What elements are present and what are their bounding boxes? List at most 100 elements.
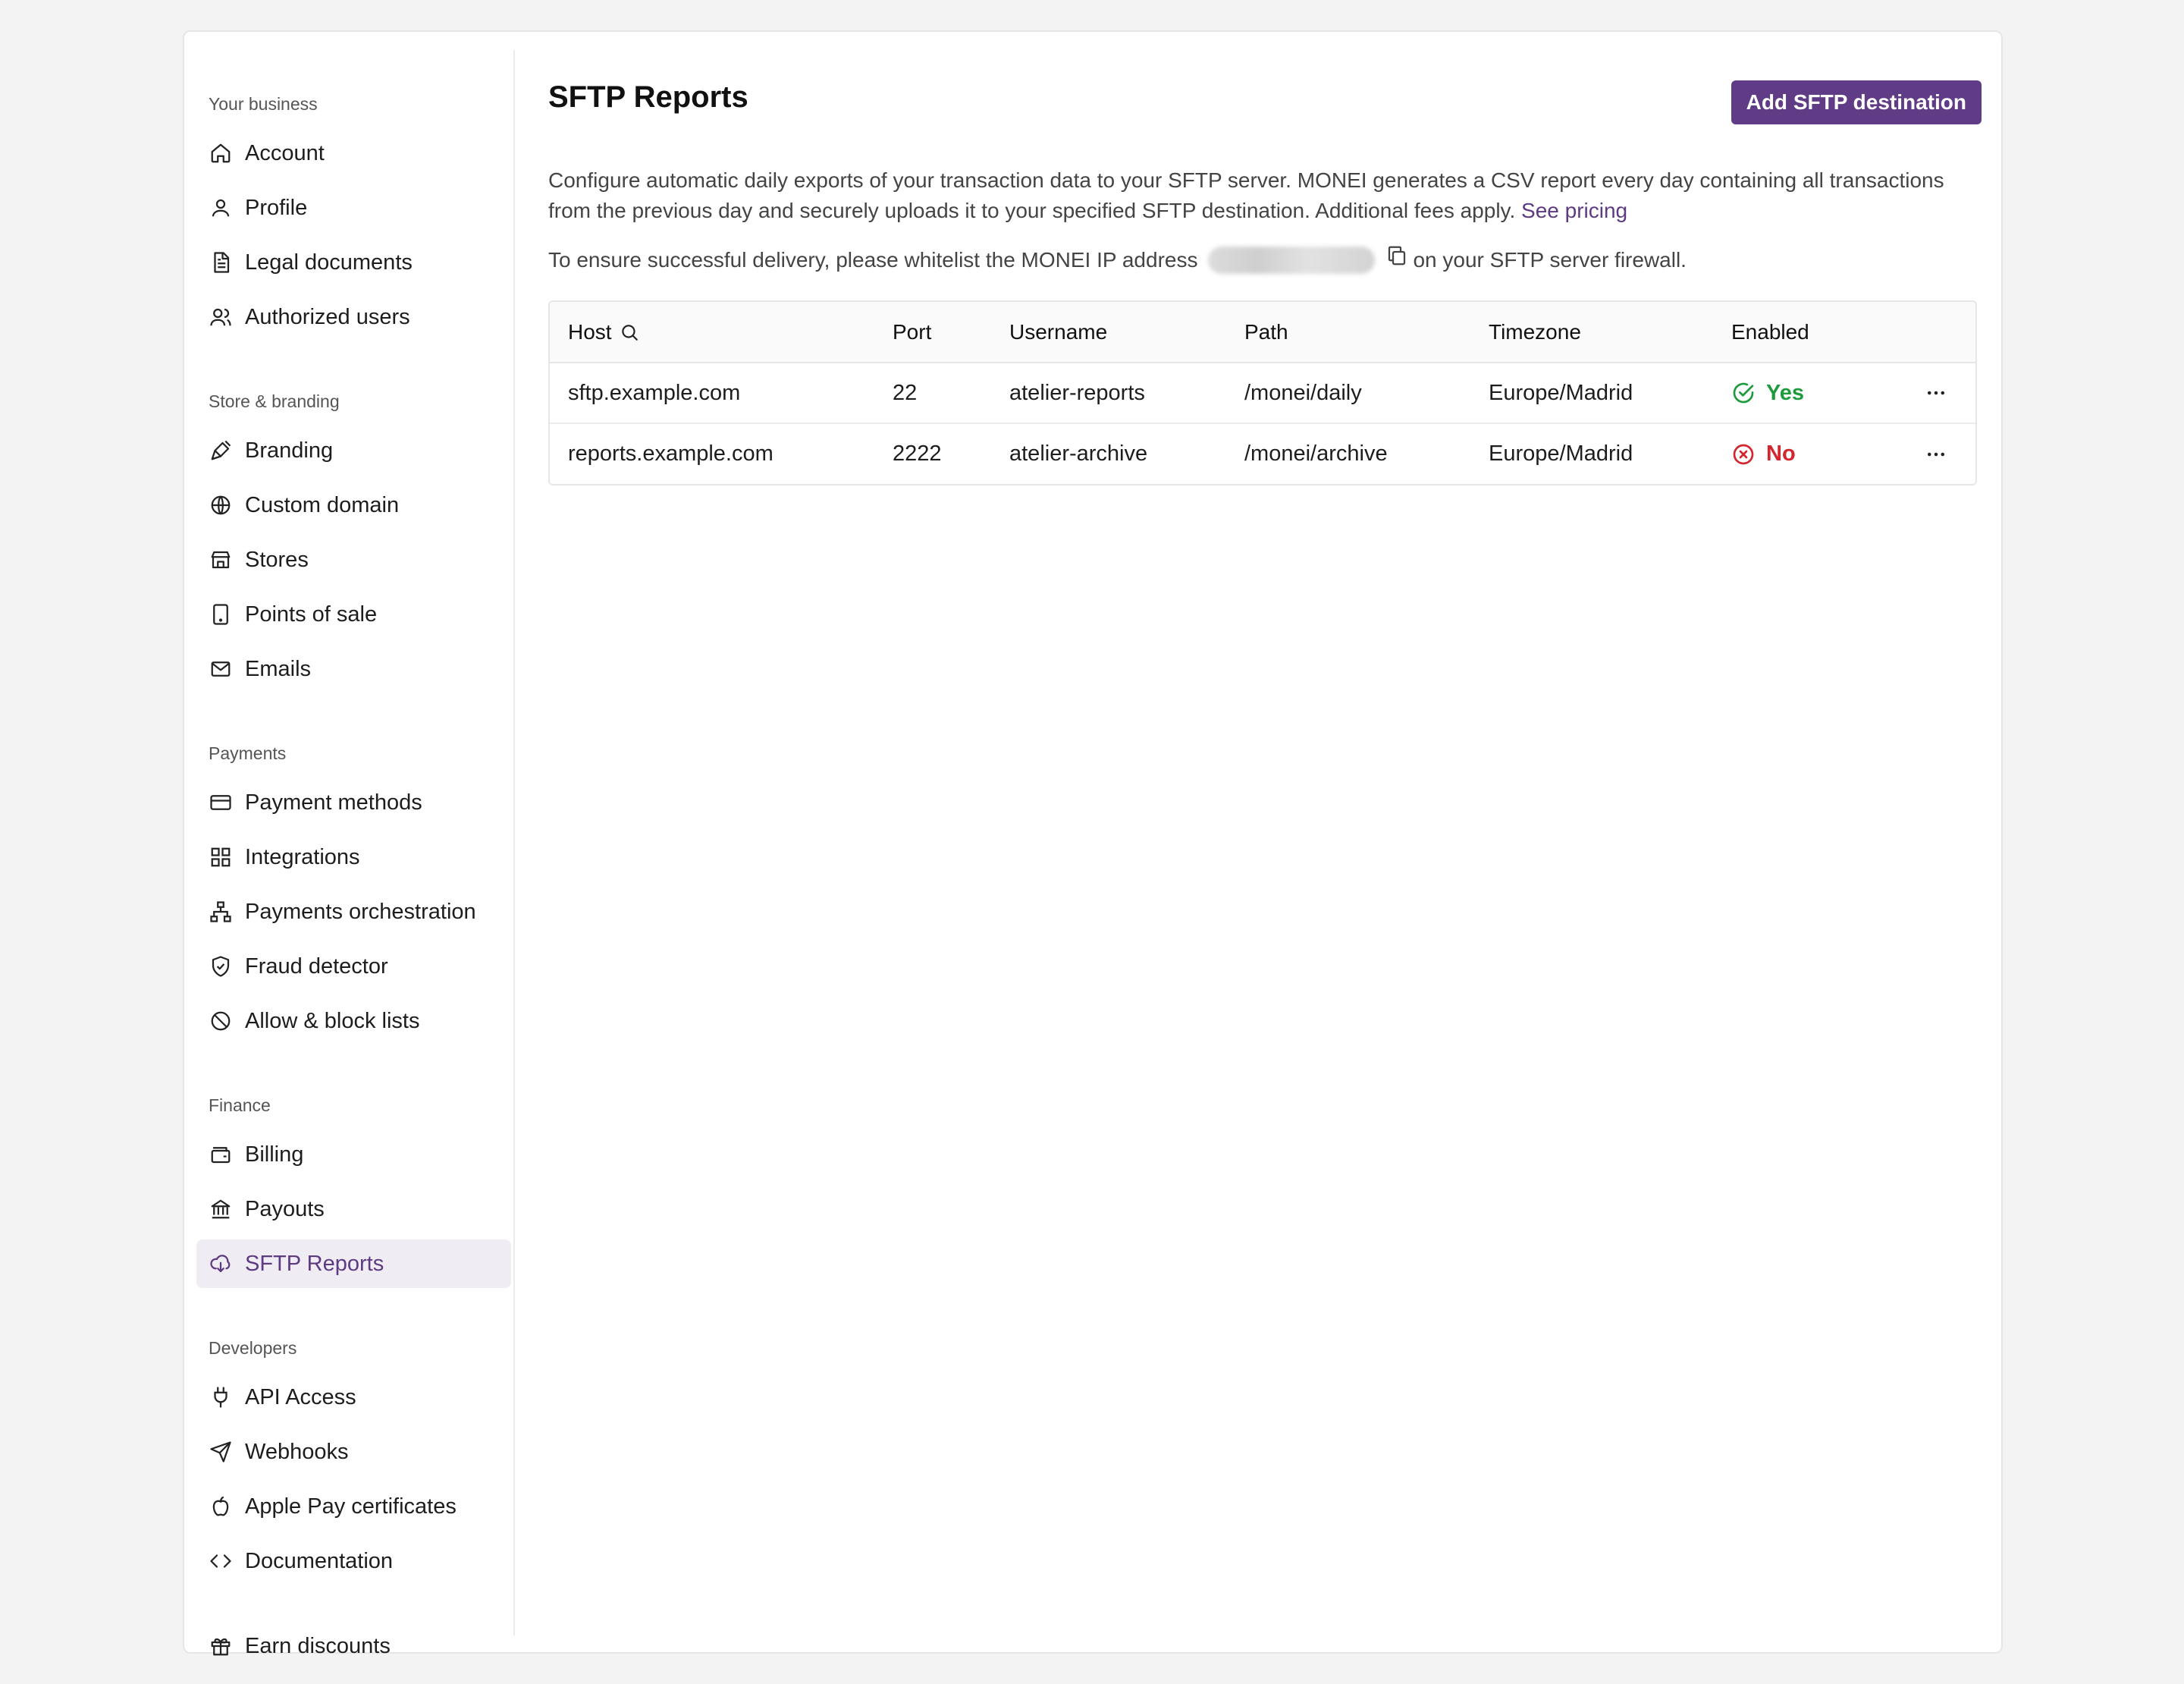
sidebar-item-label: Integrations: [245, 844, 360, 869]
sidebar-item-label: Emails: [245, 656, 312, 681]
status-label: Yes: [1766, 380, 1804, 405]
column-header-enabled: Enabled: [1713, 302, 1903, 363]
sidebar-item-api-access[interactable]: API Access: [196, 1373, 511, 1422]
sidebar-item-sftp-reports[interactable]: SFTP Reports: [196, 1239, 511, 1288]
check-circle-icon: [1733, 382, 1754, 404]
document-icon: [209, 250, 233, 275]
settings-card: Your business Account Profile Legal docu…: [183, 30, 2003, 1658]
sidebar-item-stores[interactable]: Stores: [196, 536, 511, 584]
sidebar-item-webhooks[interactable]: Webhooks: [196, 1428, 511, 1476]
description-text: Configure automatic daily exports of you…: [548, 168, 1944, 222]
paintbrush-icon: [209, 438, 233, 463]
sidebar-item-branding[interactable]: Branding: [196, 426, 511, 475]
users-icon: [209, 305, 233, 329]
ban-icon: [209, 1009, 233, 1033]
section-title-payments: Payments: [209, 743, 287, 763]
sidebar-item-label: Profile: [245, 195, 308, 220]
code-icon: [209, 1549, 233, 1573]
sidebar-item-label: Webhooks: [245, 1439, 349, 1464]
copy-icon[interactable]: [1385, 244, 1413, 275]
sidebar-item-apple-pay-certificates[interactable]: Apple Pay certificates: [196, 1482, 511, 1531]
cell-port: 22: [893, 380, 918, 405]
sidebar-item-label: Stores: [245, 547, 309, 572]
sidebar-item-label: Billing: [245, 1142, 304, 1167]
cell-username: atelier-archive: [991, 423, 1226, 484]
sidebar-item-authorized-users[interactable]: Authorized users: [196, 293, 511, 341]
sidebar-item-account[interactable]: Account: [196, 129, 511, 178]
sidebar: Your business Account Profile Legal docu…: [196, 50, 515, 1658]
sidebar-item-label: Account: [245, 140, 325, 165]
sidebar-item-billing[interactable]: Billing: [196, 1130, 511, 1179]
cell-path: /monei/daily: [1244, 380, 1362, 405]
x-circle-icon: [1733, 444, 1754, 464]
sidebar-item-legal-documents[interactable]: Legal documents: [196, 238, 511, 287]
column-header-actions: [1903, 302, 1975, 363]
cell-enabled: No: [1713, 423, 1903, 484]
sidebar-item-label: Legal documents: [245, 250, 413, 275]
section-title-store-branding: Store & branding: [209, 391, 340, 411]
search-icon[interactable]: [620, 322, 639, 342]
sidebar-item-label: Earn discounts: [245, 1633, 391, 1658]
cell-timezone: Europe/Madrid: [1470, 423, 1713, 484]
sidebar-item-label: Apple Pay certificates: [245, 1494, 457, 1519]
page-description: Configure automatic daily exports of you…: [548, 165, 1982, 226]
table-header-row: Host Port Username Path Timezone Enabled: [550, 302, 1975, 363]
sidebar-item-allow-block-lists[interactable]: Allow & block lists: [196, 997, 511, 1045]
table-row[interactable]: sftp.example.com 22 atelier-reports /mon…: [550, 363, 1975, 423]
sidebar-item-label: Custom domain: [245, 492, 400, 517]
sidebar-item-label: Allow & block lists: [245, 1008, 420, 1033]
cell-username: atelier-reports: [1009, 380, 1145, 405]
sidebar-item-label: API Access: [245, 1384, 356, 1409]
page-title: SFTP Reports: [548, 80, 748, 114]
sidebar-item-fraud-detector[interactable]: Fraud detector: [196, 942, 511, 991]
column-header-host[interactable]: Host: [550, 302, 874, 363]
sidebar-item-documentation[interactable]: Documentation: [196, 1537, 511, 1585]
gift-icon: [209, 1634, 233, 1658]
sidebar-item-label: Payment methods: [245, 790, 422, 815]
sidebar-item-label: Fraud detector: [245, 954, 388, 979]
mail-icon: [209, 657, 233, 681]
more-actions-icon[interactable]: [1921, 378, 1951, 408]
cell-host: reports.example.com: [550, 423, 874, 484]
cell-actions: [1903, 363, 1975, 423]
sidebar-item-earn-discounts[interactable]: Earn discounts: [196, 1622, 511, 1670]
user-icon: [209, 196, 233, 220]
more-actions-icon[interactable]: [1921, 439, 1951, 470]
sidebar-item-label: Branding: [245, 438, 334, 463]
section-title-developers: Developers: [209, 1338, 297, 1358]
column-header-username: Username: [991, 302, 1226, 363]
ip-notice-suffix: on your SFTP server firewall.: [1413, 247, 1687, 272]
sidebar-item-integrations[interactable]: Integrations: [196, 833, 511, 881]
home-icon: [209, 141, 233, 165]
network-icon: [209, 900, 233, 924]
shield-check-icon: [209, 954, 233, 979]
store-icon: [209, 548, 233, 572]
cell-path: /monei/archive: [1226, 423, 1470, 484]
sidebar-item-emails[interactable]: Emails: [196, 645, 511, 693]
section-title-finance: Finance: [209, 1095, 271, 1115]
sidebar-item-label: Authorized users: [245, 304, 410, 329]
sidebar-item-payment-methods[interactable]: Payment methods: [196, 778, 511, 827]
sidebar-item-payouts[interactable]: Payouts: [196, 1185, 511, 1233]
cell-actions: [1903, 423, 1975, 484]
add-sftp-destination-button[interactable]: Add SFTP destination: [1731, 80, 1982, 124]
column-header-label: Host: [568, 319, 612, 344]
grid-icon: [209, 845, 233, 869]
cell-host: sftp.example.com: [568, 380, 741, 405]
see-pricing-link[interactable]: See pricing: [1521, 199, 1627, 222]
sidebar-item-profile[interactable]: Profile: [196, 184, 511, 232]
sidebar-item-custom-domain[interactable]: Custom domain: [196, 481, 511, 529]
table-row[interactable]: reports.example.com 2222 atelier-archive…: [550, 423, 1975, 484]
apple-icon: [209, 1494, 233, 1519]
sidebar-item-label: Documentation: [245, 1548, 394, 1573]
tablet-icon: [209, 602, 233, 627]
sidebar-item-payments-orchestration[interactable]: Payments orchestration: [196, 888, 511, 936]
wallet-icon: [209, 1142, 233, 1167]
sidebar-item-label: SFTP Reports: [245, 1251, 384, 1276]
status-label: No: [1766, 441, 1796, 466]
section-title-your-business: Your business: [209, 94, 318, 114]
sidebar-item-points-of-sale[interactable]: Points of sale: [196, 590, 511, 639]
ip-whitelist-notice: To ensure successful delivery, please wh…: [548, 244, 1687, 275]
sidebar-item-label: Points of sale: [245, 602, 378, 627]
cell-enabled: Yes: [1713, 363, 1903, 423]
